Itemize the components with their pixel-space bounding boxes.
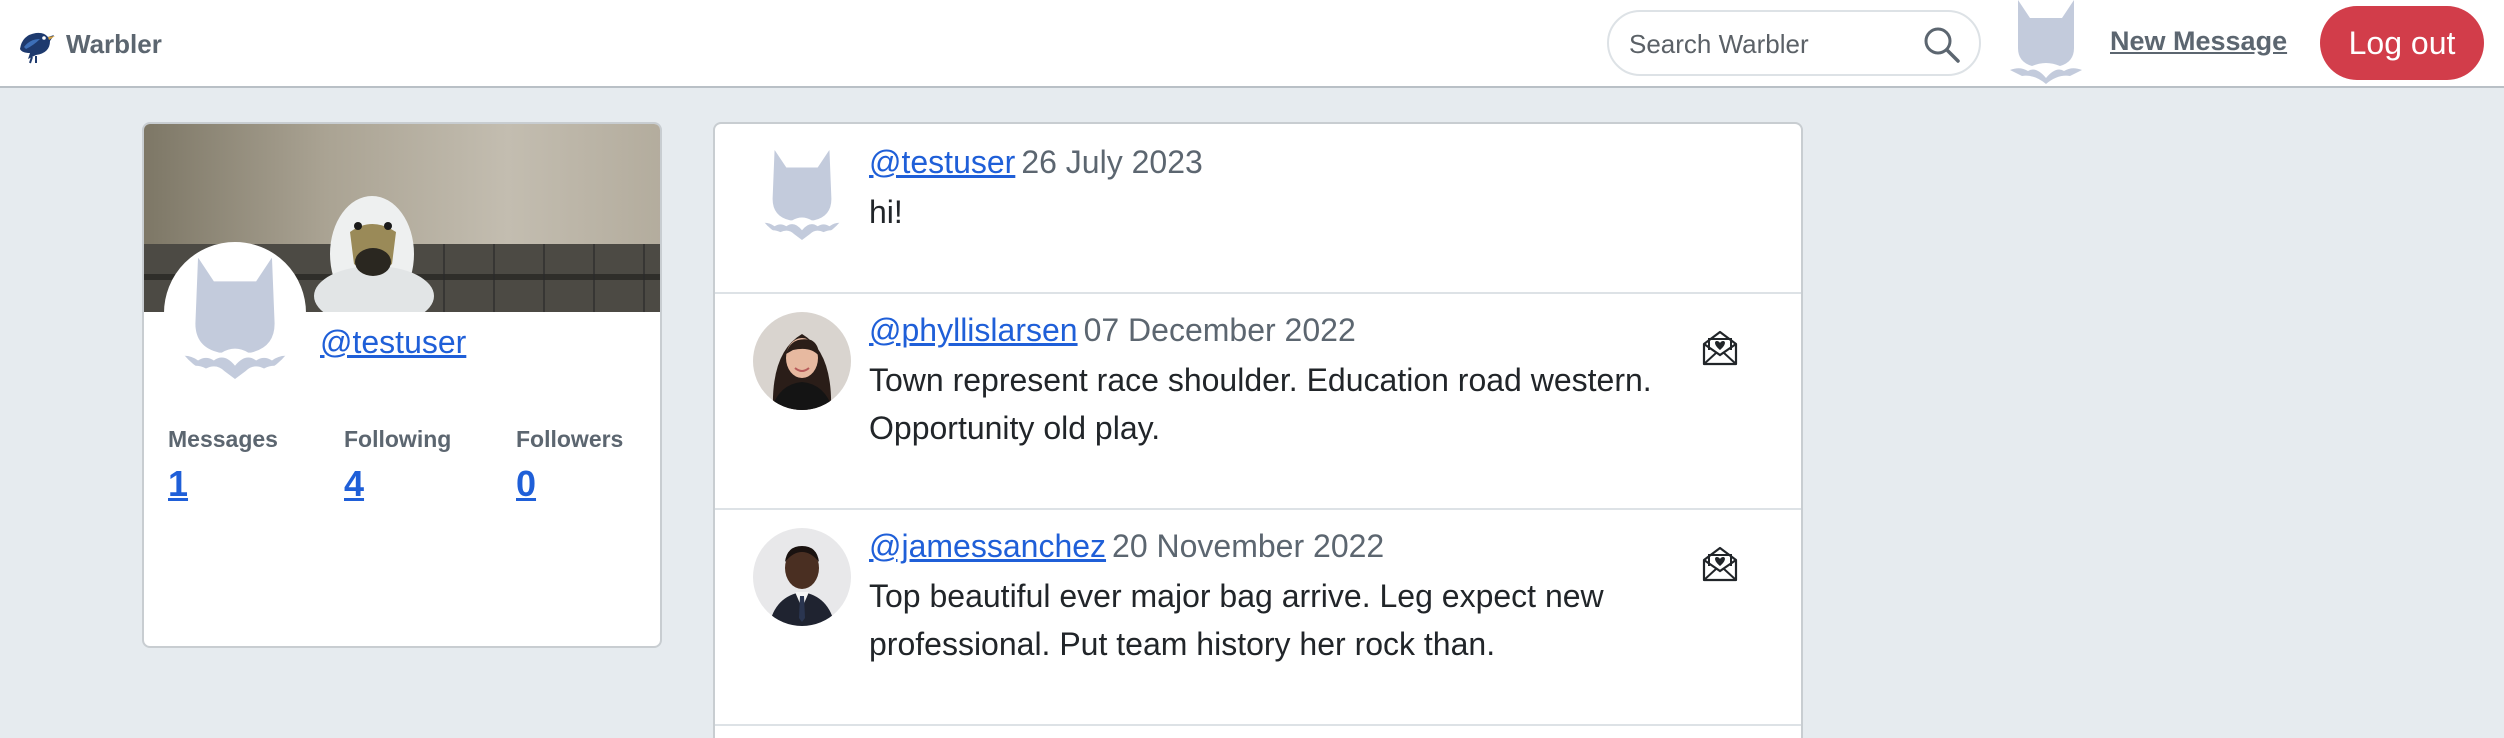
default-avatar-icon [169,247,301,379]
message-username-link[interactable]: @phyllislarsen [869,312,1078,348]
bird-logo-icon [20,32,55,64]
message-avatar[interactable] [753,142,851,240]
search-input[interactable] [1629,24,1909,64]
stat-label: Messages [168,426,278,452]
message-avatar[interactable] [753,312,851,410]
search-box [1607,10,1981,76]
logout-button[interactable]: Log out [2320,6,2484,80]
followers-count-link[interactable]: 0 [516,463,623,505]
message-avatar[interactable] [753,528,851,626]
profile-avatar[interactable] [164,242,306,384]
default-avatar-icon [2010,0,2082,84]
like-button[interactable] [1700,328,1740,368]
stat-label: Following [344,426,452,452]
default-avatar-icon [753,142,851,240]
envelope-heart-icon [1700,544,1740,584]
stat-messages: Messages 1 [168,426,278,505]
stat-followers: Followers 0 [516,426,623,505]
message-item[interactable]: @testuser 26 July 2023 hi! [715,124,1801,294]
message-text: hi! [869,194,903,230]
message-username-link[interactable]: @testuser [869,144,1015,180]
message-meta: @jamessanchez 20 November 2022 [869,528,1384,565]
nav-user-avatar[interactable] [2010,0,2082,84]
message-meta: @phyllislarsen 07 December 2022 [869,312,1356,349]
search-icon [1924,27,1960,63]
message-date: 20 November 2022 [1112,528,1385,564]
profile-username-link[interactable]: @testuser [320,324,466,361]
stat-label: Followers [516,426,624,452]
message-username-link[interactable]: @jamessanchez [869,528,1106,564]
search-button[interactable] [1921,24,1963,66]
message-text: Top beautiful ever major bag arrive. Leg… [869,578,1604,662]
message-feed: @testuser 26 July 2023 hi! @phyllislarsen… [713,122,1803,738]
like-button[interactable] [1700,544,1740,584]
stat-following: Following 4 [344,426,451,505]
brand-name: Warbler [66,28,162,59]
message-item[interactable]: @jamessanchez 20 November 2022 Top beauti… [715,510,1801,726]
following-count-link[interactable]: 4 [344,463,451,505]
message-item[interactable]: @phyllislarsen 07 December 2022 Town repr… [715,294,1801,510]
user-photo [753,312,851,410]
messages-count-link[interactable]: 1 [168,463,278,505]
envelope-heart-icon [1700,328,1740,368]
message-date: 26 July 2023 [1021,144,1203,180]
profile-card: @testuser Messages 1 Following 4 Followe… [142,122,662,648]
navbar: Warbler New Message Log out [0,0,2504,88]
message-date: 07 December 2022 [1083,312,1356,348]
message-meta: @testuser 26 July 2023 [869,144,1203,181]
message-text: Town represent race shoulder. Education … [869,362,1652,446]
new-message-link[interactable]: New Message [2110,26,2287,57]
user-photo [753,528,851,626]
brand-link[interactable]: Warbler [14,18,162,70]
